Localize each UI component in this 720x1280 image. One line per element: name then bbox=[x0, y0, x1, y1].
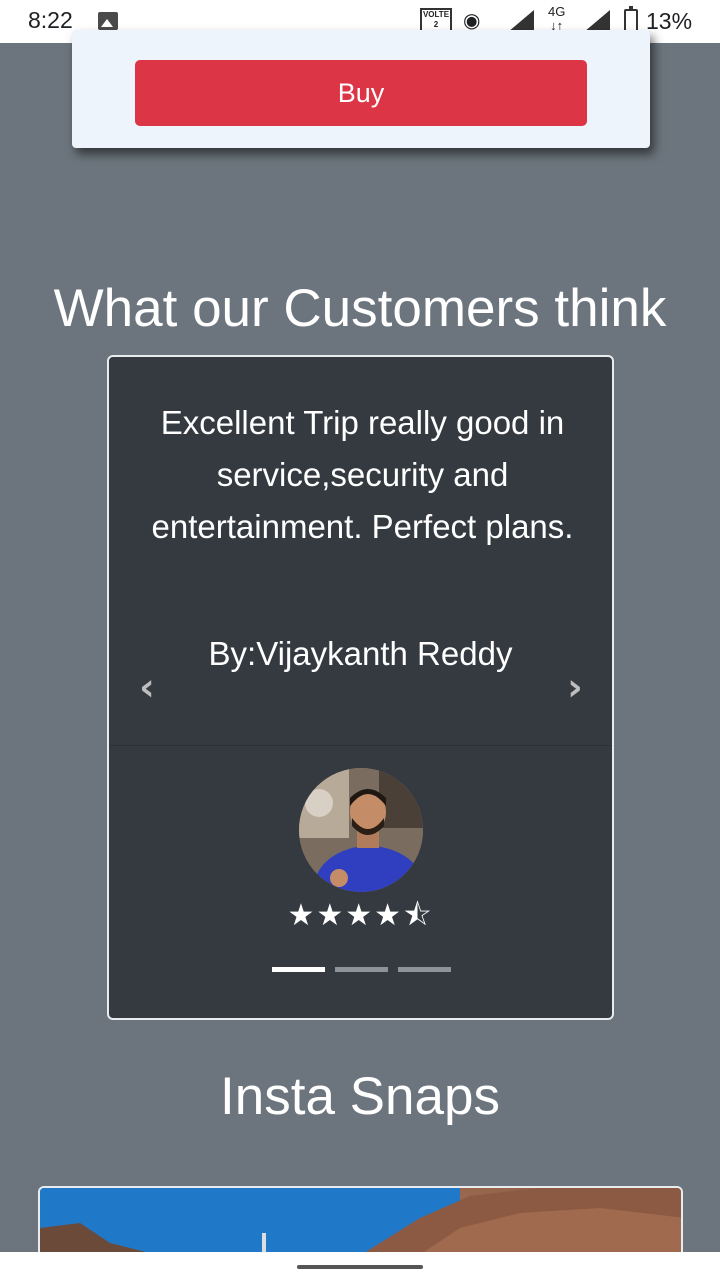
volte-icon: VOLTE 2 bbox=[420, 8, 452, 32]
insta-heading: Insta Snaps bbox=[220, 1067, 500, 1126]
testimonials-heading: What our Customers think bbox=[53, 279, 667, 338]
carousel-prev-icon[interactable]: ‹ bbox=[133, 667, 161, 707]
volte-label: VOLTE bbox=[422, 10, 450, 19]
testimonial-author: By:Vijaykanth Reddy bbox=[208, 635, 513, 672]
carousel-indicator-2[interactable] bbox=[335, 967, 388, 972]
customer-avatar bbox=[299, 768, 423, 892]
battery-percent: 13% bbox=[646, 8, 693, 34]
gallery-notification-icon bbox=[98, 12, 118, 30]
network-type-label: 4G bbox=[548, 4, 566, 19]
pricing-card: Buy bbox=[72, 30, 650, 148]
buy-button[interactable]: Buy bbox=[135, 60, 587, 126]
testimonial-quote: Excellent Trip really good in service,se… bbox=[151, 404, 574, 545]
carousel-next-icon[interactable]: › bbox=[561, 667, 589, 707]
volte-sim-label: 2 bbox=[433, 20, 439, 29]
carousel-indicator-3[interactable] bbox=[398, 967, 451, 972]
card-divider bbox=[109, 745, 612, 746]
signal-strength-icon-2 bbox=[584, 10, 610, 32]
carousel-indicators bbox=[272, 967, 452, 973]
rating-stars: ★★★★⯪ bbox=[287, 898, 434, 933]
signal-strength-icon bbox=[508, 10, 534, 32]
network-type-icon: 4G ↓↑ bbox=[548, 4, 566, 33]
hotspot-icon: ◉ bbox=[463, 8, 481, 32]
testimonial-carousel: Excellent Trip really good in service,se… bbox=[107, 355, 614, 1020]
home-gesture-handle[interactable] bbox=[297, 1265, 423, 1269]
carousel-indicator-1[interactable] bbox=[272, 967, 325, 972]
status-time: 8:22 bbox=[28, 7, 73, 33]
system-nav-bar bbox=[0, 1252, 720, 1280]
